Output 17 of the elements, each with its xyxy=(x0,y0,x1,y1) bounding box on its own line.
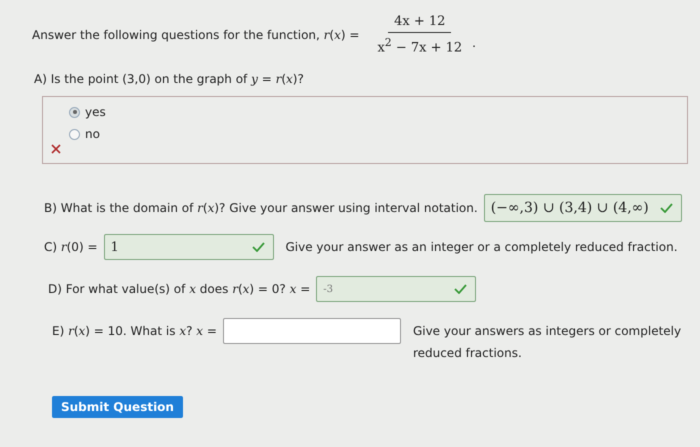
answer-field[interactable]: -3 xyxy=(316,276,476,302)
question-text: D) For what value(s) of x does r(x) = 0? x = xyxy=(48,282,310,296)
answer-field[interactable] xyxy=(222,318,401,344)
fraction: 4x + 12 x$^{2}$ − 7x + 12 xyxy=(376,14,464,56)
question-text: B) What is the domain of r(x)? Give your answer using interval notation. xyxy=(44,201,478,215)
hint-text: Give your answer as an integer or a completely reduced fraction. xyxy=(286,240,678,254)
period: . xyxy=(472,36,476,50)
question-text: E) r(x) = 10. What is x? x = xyxy=(52,323,217,340)
question-text: A) Is the point (3,0) on the graph of y = r(x)? xyxy=(34,72,305,86)
question-text: C) r(0) = xyxy=(44,240,98,254)
radio-option[interactable]: yes xyxy=(69,105,675,119)
radio-option[interactable]: no xyxy=(69,127,675,141)
answer-field[interactable]: (−∞,3) ∪ (3,4) ∪ (4,∞) xyxy=(484,194,682,222)
intro-text: Answer the following questions for the function, r(x) = xyxy=(32,28,360,42)
submit-button[interactable]: Submit Question xyxy=(52,396,183,418)
answer-field[interactable]: 1 xyxy=(104,234,274,260)
hint-text: Give your answers as integers or completely reduced fractions. xyxy=(412,323,682,362)
